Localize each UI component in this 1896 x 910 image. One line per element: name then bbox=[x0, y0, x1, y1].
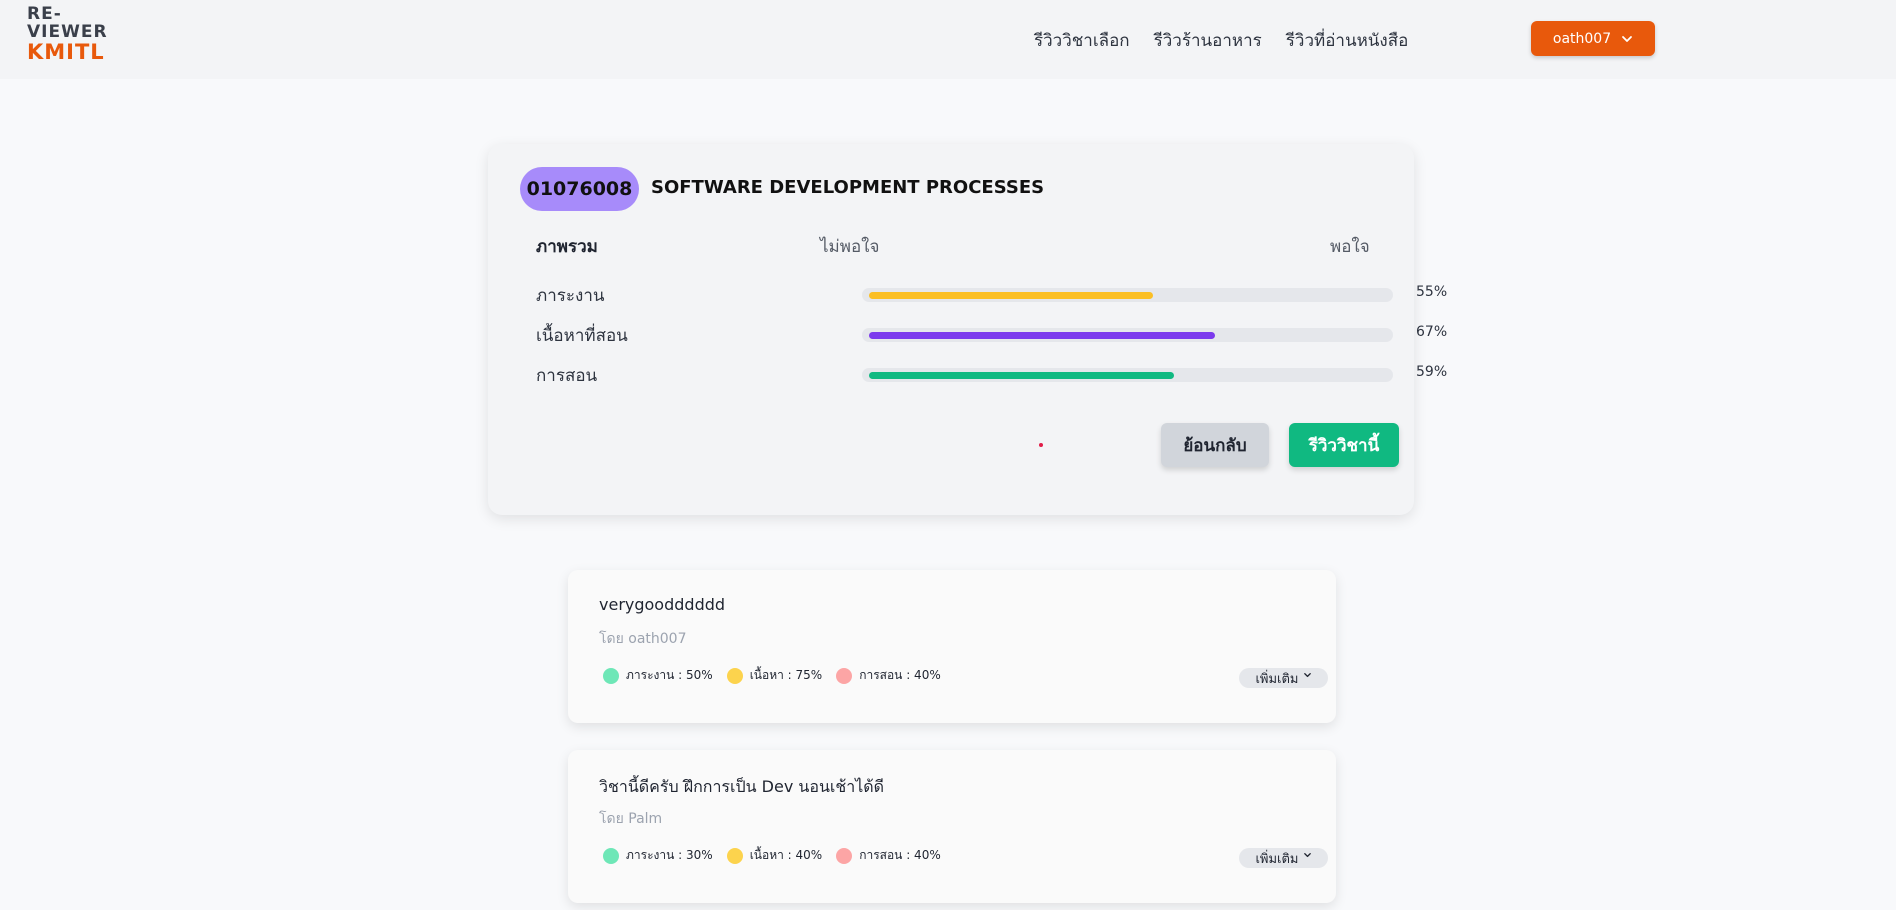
metric-percent: 55% bbox=[1416, 284, 1448, 300]
review-text: วิชานี้ดีครับ ฝึกการเป็น Dev นอนเช้าได้ด… bbox=[599, 777, 885, 796]
content-dot-icon bbox=[726, 667, 743, 684]
more-label: เพิ่มเติม bbox=[1255, 851, 1299, 867]
rating-content: เนื้อหา : 40% bbox=[726, 846, 823, 865]
metric-label: ภาระงาน bbox=[536, 286, 605, 306]
review-course-button[interactable]: รีวิววิชานี้ bbox=[1289, 423, 1399, 467]
scale-label-satisfied: พอใจ bbox=[1330, 237, 1370, 257]
metric-teaching: การสอน 59% bbox=[536, 360, 1447, 386]
teaching-dot-icon bbox=[836, 847, 853, 864]
user-menu-button[interactable]: oath007 bbox=[1531, 21, 1655, 56]
rating-label: การสอน : 40% bbox=[859, 848, 941, 862]
logo-line-2: VIEWER bbox=[27, 22, 108, 42]
metric-content: เนื้อหาที่สอน 67% bbox=[536, 320, 1447, 346]
more-button[interactable]: เพิ่มเติม bbox=[1239, 668, 1328, 688]
decorative-dot bbox=[1039, 443, 1043, 447]
site-logo[interactable]: RE- VIEWER KMITL bbox=[27, 5, 108, 63]
rating-workload: ภาระงาน : 30% bbox=[603, 846, 713, 865]
username-label: oath007 bbox=[1552, 30, 1612, 47]
rating-label: การสอน : 40% bbox=[859, 668, 941, 682]
content-dot-icon bbox=[726, 847, 743, 864]
progress-track bbox=[862, 328, 1393, 342]
chevron-down-icon bbox=[1303, 852, 1311, 857]
rating-teaching: การสอน : 40% bbox=[836, 666, 941, 685]
main-nav: รีวิววิชาเลือก รีวิวร้านอาหาร รีวิวที่อ่… bbox=[1034, 27, 1408, 54]
metric-label: เนื้อหาที่สอน bbox=[536, 326, 628, 346]
course-summary-card: 01076008 SOFTWARE DEVELOPMENT PROCESSES … bbox=[488, 144, 1447, 515]
progress-track bbox=[862, 368, 1393, 382]
rating-label: ภาระงาน : 30% bbox=[626, 848, 713, 862]
rating-teaching: การสอน : 40% bbox=[836, 846, 941, 865]
scale-label-dissatisfied: ไม่พอใจ bbox=[820, 237, 880, 257]
top-navbar: RE- VIEWER KMITL รีวิววิชาเลือก รีวิวร้า… bbox=[0, 0, 1896, 79]
chevron-down-icon bbox=[1303, 672, 1311, 677]
teaching-dot-icon bbox=[836, 667, 853, 684]
progress-track bbox=[862, 288, 1393, 302]
review-card: วิชานี้ดีครับ ฝึกการเป็น Dev นอนเช้าได้ด… bbox=[568, 750, 1336, 903]
progress-fill bbox=[869, 292, 1153, 299]
metric-label: การสอน bbox=[536, 366, 598, 386]
course-title: SOFTWARE DEVELOPMENT PROCESSES bbox=[651, 177, 1045, 198]
overall-heading: ภาพรวม bbox=[536, 237, 598, 257]
review-author: โดย oath007 bbox=[599, 631, 687, 647]
rating-content: เนื้อหา : 75% bbox=[726, 666, 823, 685]
more-button[interactable]: เพิ่มเติม bbox=[1239, 848, 1328, 868]
progress-fill bbox=[869, 332, 1215, 339]
logo-line-3: KMITL bbox=[27, 40, 105, 64]
rating-label: เนื้อหา : 40% bbox=[749, 848, 823, 862]
metric-percent: 59% bbox=[1416, 364, 1448, 380]
review-ratings: ภาระงาน : 50% เนื้อหา : 75% การสอน : 40% bbox=[603, 666, 941, 685]
workload-dot-icon bbox=[603, 667, 619, 684]
metric-workload: ภาระงาน 55% bbox=[536, 280, 1447, 306]
chevron-down-icon bbox=[1622, 35, 1633, 42]
review-card: verygoodddddd โดย oath007 ภาระงาน : 50% … bbox=[568, 570, 1336, 723]
rating-label: เนื้อหา : 75% bbox=[749, 668, 823, 682]
nav-item-study-place-reviews[interactable]: รีวิวที่อ่านหนังสือ bbox=[1286, 27, 1409, 54]
review-author: โดย Palm bbox=[599, 811, 663, 827]
rating-workload: ภาระงาน : 50% bbox=[603, 666, 713, 685]
nav-item-elective-reviews[interactable]: รีวิววิชาเลือก bbox=[1034, 27, 1130, 54]
back-button[interactable]: ย้อนกลับ bbox=[1161, 423, 1269, 467]
review-text: verygoodddddd bbox=[599, 595, 726, 614]
workload-dot-icon bbox=[603, 847, 619, 864]
metric-percent: 67% bbox=[1416, 324, 1448, 340]
rating-label: ภาระงาน : 50% bbox=[626, 668, 713, 682]
nav-item-restaurant-reviews[interactable]: รีวิวร้านอาหาร bbox=[1154, 27, 1262, 54]
logo-line-1: RE- bbox=[27, 4, 62, 24]
review-ratings: ภาระงาน : 30% เนื้อหา : 40% การสอน : 40% bbox=[603, 846, 941, 865]
course-code-badge: 01076008 bbox=[520, 167, 639, 211]
more-label: เพิ่มเติม bbox=[1255, 671, 1299, 687]
progress-fill bbox=[869, 372, 1174, 379]
